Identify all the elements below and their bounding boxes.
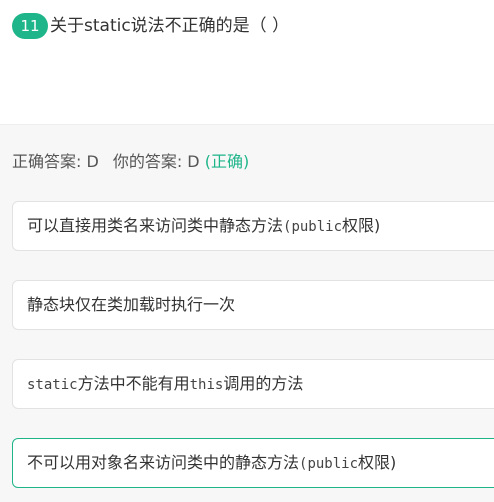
option-c-code-this: this [189,377,224,393]
option-c-code-static: static [27,377,78,393]
your-answer-text: 你的答案: D [112,152,200,171]
option-a-code: (public [283,219,343,235]
option-d[interactable]: 不可以用对象名来访问类中的静态方法(public权限) [12,438,494,488]
option-d-text: 不可以用对象名来访问类中的静态方法 [27,453,300,472]
answer-summary: 正确答案: D 你的答案: D (正确) [12,151,249,173]
option-a-text-end: 权限) [342,216,381,235]
option-a-text: 可以直接用类名来访问类中静态方法 [27,216,284,235]
answer-status-text: (正确) [204,152,250,171]
option-b[interactable]: 静态块仅在类加载时执行一次 [12,280,494,330]
option-c-text: 方法中不能有用 [77,374,190,393]
option-a[interactable]: 可以直接用类名来访问类中静态方法(public权限) [12,201,494,251]
option-d-code: (public [299,456,359,472]
question-header: 11 关于static说法不正确的是（ ） [0,0,494,125]
option-c[interactable]: static方法中不能有用this调用的方法 [12,359,494,409]
question-number-badge: 11 [12,13,48,39]
answer-panel: 正确答案: D 你的答案: D (正确) 可以直接用类名来访问类中静态方法(pub… [0,125,494,502]
correct-answer-text: 正确答案: D [12,152,99,171]
option-b-text: 静态块仅在类加载时执行一次 [27,295,236,314]
question-title: 关于static说法不正确的是（ ） [50,16,290,36]
option-c-text-end: 调用的方法 [223,374,304,393]
option-d-text-end: 权限) [358,453,397,472]
